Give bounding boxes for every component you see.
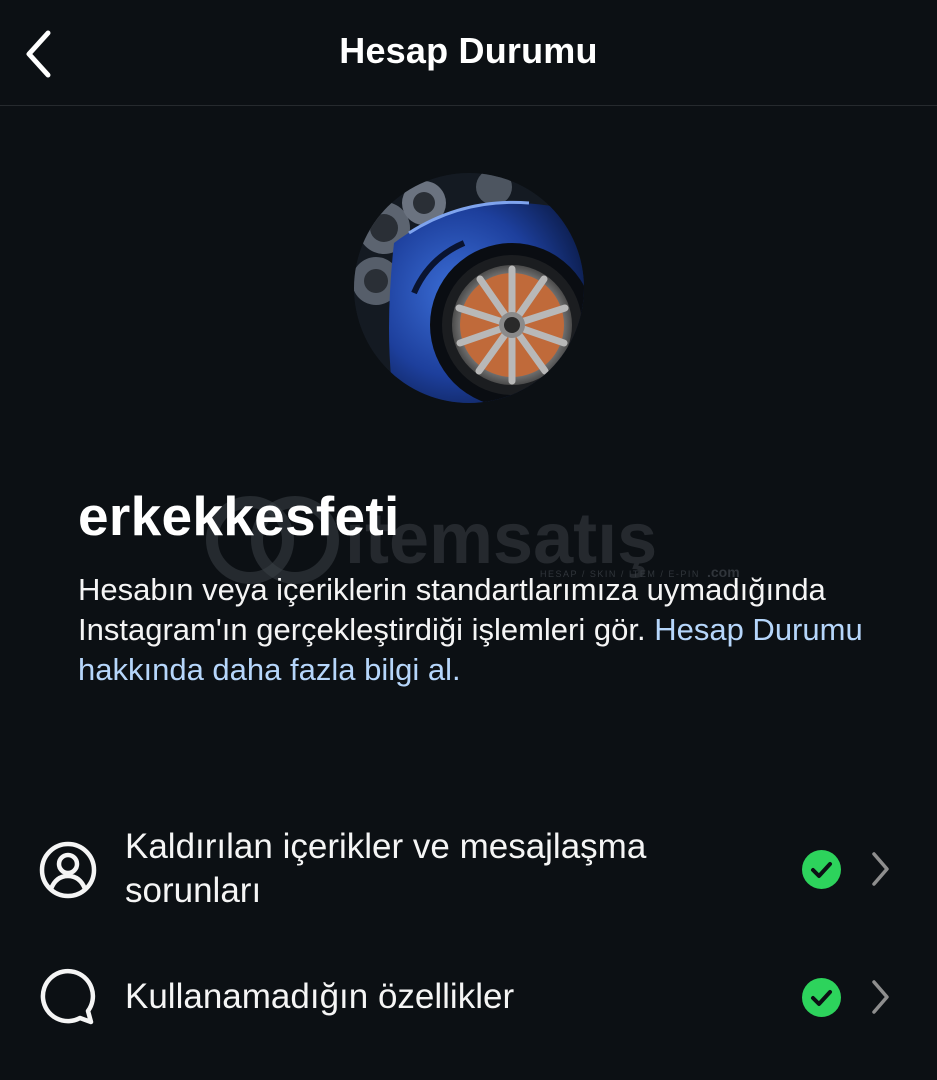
user-circle-icon <box>39 841 97 899</box>
avatar <box>354 173 584 403</box>
chat-bubble-icon <box>40 968 96 1025</box>
username: erkekkesfeti <box>78 485 400 547</box>
chevron-right-icon <box>872 852 889 886</box>
page-title: Hesap Durumu <box>339 30 598 71</box>
list-item-unavailable-features[interactable]: Kullanamadığın özellikler <box>0 955 937 1039</box>
header-bar: Hesap Durumu <box>0 0 937 106</box>
list-item-label: Kaldırılan içerikler ve mesajlaşma sorun… <box>125 827 647 910</box>
check-circle-icon <box>802 978 841 1017</box>
list-item-removed-content[interactable]: Kaldırılan içerikler ve mesajlaşma sorun… <box>0 818 937 928</box>
list-item-label: Kullanamadığın özellikler <box>125 977 515 1016</box>
check-circle-icon <box>802 850 841 889</box>
chevron-right-icon <box>872 980 889 1014</box>
account-status-description: Hesabın veya içeriklerin standartlarımız… <box>78 570 878 690</box>
